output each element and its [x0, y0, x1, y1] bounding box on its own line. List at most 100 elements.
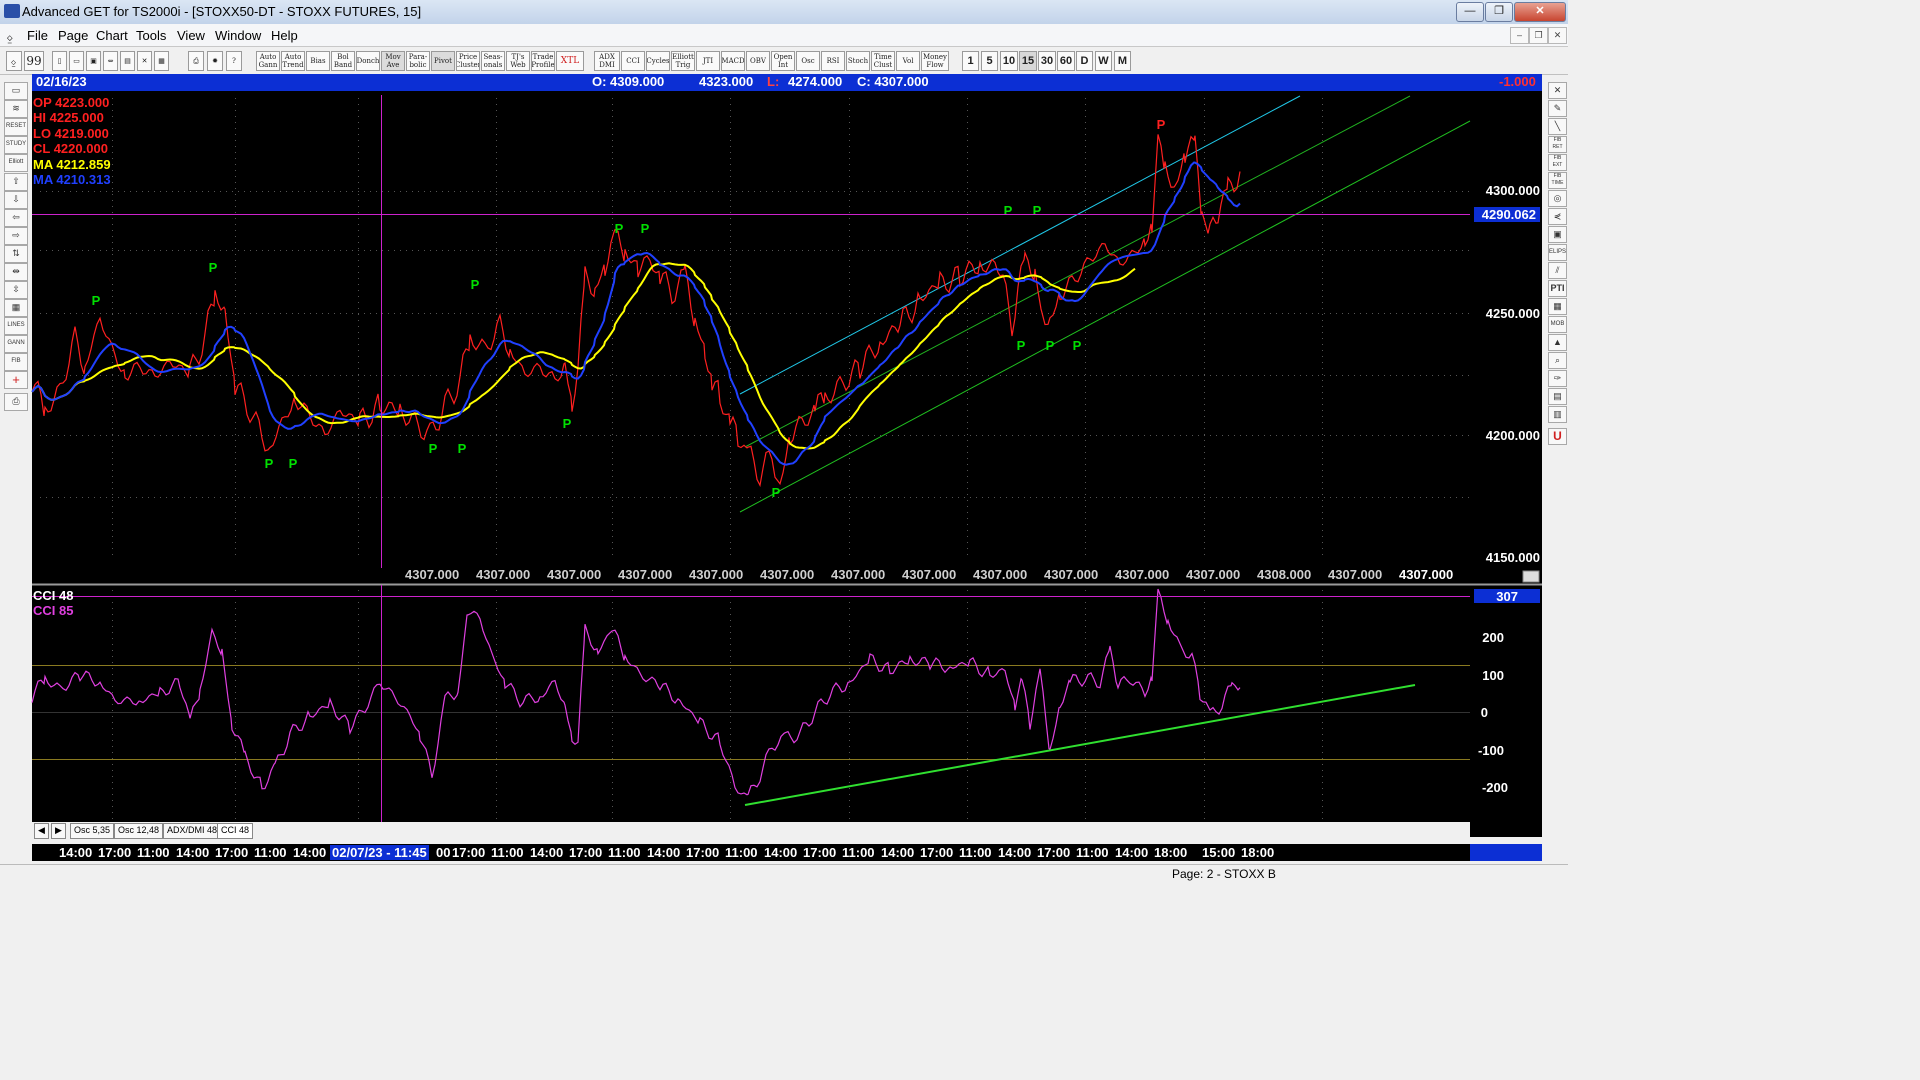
grid-dot [544, 313, 545, 314]
grid-dot [1054, 375, 1055, 376]
grid-dot [235, 134, 236, 135]
grid-dot [520, 497, 521, 498]
grid-dot [448, 375, 449, 376]
grid-dot [1204, 356, 1205, 357]
grid-dot [1322, 800, 1323, 801]
grid-dot [556, 497, 557, 498]
grid-dot [496, 98, 497, 99]
grid-dot [1468, 375, 1469, 376]
grid-dot [849, 134, 850, 135]
grid-dot [688, 497, 689, 498]
grid-dot [849, 176, 850, 177]
grid-dot [235, 296, 236, 297]
grid-dot [1402, 191, 1403, 192]
grid-dot [1085, 338, 1086, 339]
grid-dot [730, 158, 731, 159]
grid-dot [849, 524, 850, 525]
grid-dot [1240, 497, 1241, 498]
grid-dot [112, 290, 113, 291]
grid-dot [1204, 128, 1205, 129]
grid-dot [388, 313, 389, 314]
tab-adx-dmi-48[interactable]: ADX/DMI 48 [163, 823, 222, 839]
grid-dot [772, 313, 773, 314]
grid-dot [612, 200, 613, 201]
grid-dot [849, 236, 850, 237]
time-label: 18:00 [1241, 845, 1275, 860]
grid-dot [466, 250, 467, 251]
grid-dot [967, 194, 968, 195]
grid-dot [232, 250, 233, 251]
tab-scroll-right[interactable]: ▶ [51, 823, 66, 839]
grid-dot [1204, 686, 1205, 687]
grid-dot [730, 416, 731, 417]
grid-dot [1085, 530, 1086, 531]
grid-dot [1324, 191, 1325, 192]
grid-dot [967, 338, 968, 339]
grid-dot [1132, 497, 1133, 498]
grid-dot [496, 734, 497, 735]
grid-dot [664, 497, 665, 498]
grid-dot [88, 313, 89, 314]
grid-dot [967, 602, 968, 603]
grid-dot [46, 375, 47, 376]
grid-dot [778, 250, 779, 251]
grid-dot [967, 428, 968, 429]
grid-dot [1322, 542, 1323, 543]
grid-dot [235, 362, 236, 363]
grid-dot [1085, 770, 1086, 771]
grid-dot [1348, 497, 1349, 498]
grid-dot [496, 506, 497, 507]
tab-cci-48[interactable]: CCI 48 [217, 823, 254, 839]
grid-dot [112, 626, 113, 627]
grid-dot [849, 500, 850, 501]
grid-dot [106, 497, 107, 498]
grid-dot [112, 404, 113, 405]
grid-dot [358, 680, 359, 681]
grid-dot [358, 608, 359, 609]
grid-dot [1120, 435, 1121, 436]
grid-dot [592, 497, 593, 498]
grid-dot [1085, 278, 1086, 279]
grid-dot [430, 313, 431, 314]
pivot-marker: P [1033, 203, 1042, 218]
grid-dot [706, 435, 707, 436]
tab-scroll-left[interactable]: ◀ [34, 823, 49, 839]
price-axis-panel [1470, 91, 1542, 584]
grid-dot [88, 497, 89, 498]
grid-dot [358, 313, 359, 314]
grid-dot [235, 200, 236, 201]
tab-osc-5-35[interactable]: Osc 5,35 [70, 823, 115, 839]
grid-dot [238, 313, 239, 314]
grid-dot [967, 638, 968, 639]
grid-dot [238, 250, 239, 251]
grid-dot [538, 375, 539, 376]
grid-dot [196, 191, 197, 192]
x-strip-label: 4308.000 [1257, 567, 1312, 582]
grid-dot [898, 250, 899, 251]
grid-dot [952, 497, 953, 498]
grid-dot [612, 650, 613, 651]
tab-osc-12-48[interactable]: Osc 12,48 [114, 823, 164, 839]
grid-dot [1318, 497, 1319, 498]
grid-dot [849, 332, 850, 333]
grid-dot [394, 313, 395, 314]
grid-dot [718, 191, 719, 192]
grid-dot [856, 313, 857, 314]
grid-dot [496, 392, 497, 393]
grid-dot [1204, 248, 1205, 249]
grid-dot [232, 497, 233, 498]
grid-dot [235, 728, 236, 729]
grid-dot [532, 435, 533, 436]
grid-dot [904, 497, 905, 498]
grid-dot [358, 782, 359, 783]
grid-dot [235, 248, 236, 249]
grid-dot [790, 497, 791, 498]
grid-dot [235, 428, 236, 429]
grid-dot [496, 656, 497, 657]
grid-dot [106, 435, 107, 436]
grid-dot [1132, 191, 1133, 192]
grid-dot [1150, 191, 1151, 192]
grid-dot [436, 191, 437, 192]
scale-icon[interactable] [1522, 570, 1540, 583]
grid-dot [358, 272, 359, 273]
